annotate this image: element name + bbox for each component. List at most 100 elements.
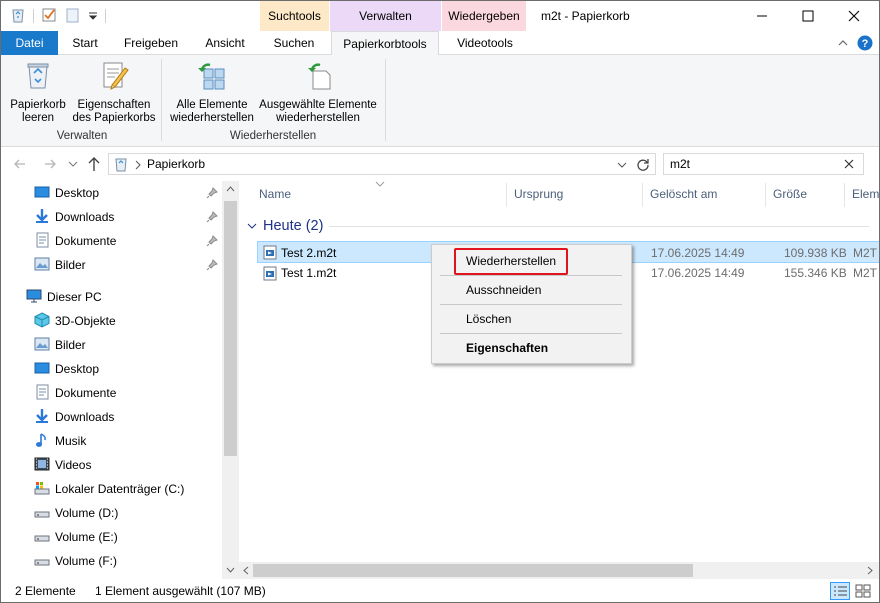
nav-label: Bilder — [55, 338, 86, 352]
nav-pc-videos[interactable]: Videos — [34, 454, 91, 476]
documents-icon — [36, 384, 49, 400]
scroll-right-arrow-icon[interactable] — [867, 566, 873, 575]
nav-pane-scrollbar[interactable] — [222, 181, 239, 579]
drive-icon — [34, 559, 50, 566]
column-header-type[interactable]: Elem — [852, 187, 879, 201]
file-list-horizontal-scrollbar[interactable] — [239, 562, 879, 579]
column-separator[interactable] — [765, 183, 766, 207]
group-collapse-chevron-icon[interactable] — [247, 222, 257, 230]
nav-pc-music[interactable]: Musik — [34, 430, 86, 452]
file-list: Name Ursprung Gelöscht am Größe Elem Heu… — [239, 181, 879, 579]
tab-share[interactable]: Freigeben — [117, 31, 185, 55]
maximize-button[interactable] — [785, 1, 831, 31]
recycle-bin-icon[interactable] — [10, 7, 26, 23]
properties-icon — [103, 62, 129, 90]
nav-pc-pictures[interactable]: Bilder — [34, 334, 86, 356]
forward-arrow-icon[interactable] — [43, 157, 57, 171]
recent-locations-chevron-icon[interactable] — [68, 160, 78, 168]
tab-search[interactable]: Suchen — [263, 31, 325, 55]
refresh-icon[interactable] — [636, 157, 650, 171]
explorer-window: Suchtools Verwalten Wiedergeben m2t - Pa… — [0, 0, 880, 603]
nav-label: Volume (D:) — [55, 506, 119, 520]
pin-icon[interactable] — [206, 211, 218, 223]
nav-pc-desktop[interactable]: Desktop — [34, 358, 99, 380]
nav-quick-desktop[interactable]: Desktop — [34, 182, 99, 204]
navigation-pane: Desktop Downloads Dokumente Bilder Diese… — [1, 181, 239, 579]
menu-item-cut[interactable]: Ausschneiden — [466, 283, 541, 297]
address-bar[interactable]: Papierkorb — [108, 153, 656, 175]
menu-separator — [440, 304, 622, 305]
nav-this-pc[interactable]: Dieser PC — [26, 286, 102, 308]
tab-file[interactable]: Datei — [1, 31, 58, 55]
column-header-size[interactable]: Größe — [773, 187, 807, 201]
group-header-today[interactable]: Heute (2) — [263, 218, 323, 234]
new-folder-icon[interactable] — [65, 7, 81, 23]
column-separator[interactable] — [506, 183, 507, 207]
context-header-playback: Wiedergeben — [442, 1, 526, 31]
nav-pc-documents[interactable]: Dokumente — [34, 382, 116, 404]
nav-quick-downloads[interactable]: Downloads — [34, 206, 114, 228]
horizontal-scrollbar-thumb[interactable] — [253, 564, 693, 577]
customize-toolbar-chevron-icon[interactable] — [85, 7, 101, 23]
large-icons-view-icon[interactable] — [853, 582, 873, 600]
tab-start[interactable]: Start — [63, 31, 107, 55]
pin-icon[interactable] — [206, 259, 218, 271]
status-bar: 2 Elemente 1 Element ausgewählt (107 MB) — [1, 579, 879, 602]
menu-item-delete[interactable]: Löschen — [466, 312, 511, 326]
column-header-name[interactable]: Name — [259, 187, 291, 201]
restore-all-icon — [198, 63, 225, 90]
menu-item-properties[interactable]: Eigenschaften — [466, 341, 548, 355]
restore-selected-icon — [308, 63, 331, 90]
breadcrumb-recycle-bin[interactable]: Papierkorb — [147, 157, 205, 171]
column-separator[interactable] — [642, 183, 643, 207]
nav-pane-scrollbar-thumb[interactable] — [224, 201, 237, 456]
pin-icon[interactable] — [206, 187, 218, 199]
details-view-icon[interactable] — [830, 582, 850, 600]
column-separator[interactable] — [844, 183, 845, 207]
address-dropdown-chevron-icon[interactable] — [617, 161, 627, 169]
restore-selected-button[interactable]: Ausgewählte Elemente wiederherstellen — [257, 59, 379, 125]
properties-checkmark-icon[interactable] — [41, 7, 57, 23]
scroll-down-arrow-icon[interactable] — [226, 567, 235, 573]
up-arrow-icon[interactable] — [87, 156, 101, 172]
nav-pc-3d-objects[interactable]: 3D-Objekte — [34, 310, 116, 332]
tab-video-tools[interactable]: Videotools — [445, 31, 525, 55]
tab-view[interactable]: Ansicht — [195, 31, 255, 55]
context-header-manage: Verwalten — [330, 1, 441, 31]
breadcrumb-chevron-icon[interactable] — [134, 160, 142, 170]
desktop-icon — [34, 186, 50, 198]
group-label-manage: Verwalten — [56, 130, 108, 142]
nav-pc-drive-d[interactable]: Volume (D:) — [34, 502, 118, 524]
music-icon — [36, 433, 46, 447]
tab-recycle-bin-tools[interactable]: Papierkorbtools — [331, 31, 439, 56]
clear-search-icon[interactable] — [844, 159, 854, 169]
nav-pc-drive-c[interactable]: Lokaler Datenträger (C:) — [34, 478, 184, 500]
nav-pc-downloads[interactable]: Downloads — [34, 406, 114, 428]
minimize-button[interactable] — [739, 1, 785, 31]
restore-selected-label-1: Ausgewählte Elemente — [259, 99, 377, 111]
close-button[interactable] — [831, 1, 877, 31]
pin-icon[interactable] — [206, 235, 218, 247]
downloads-icon — [36, 209, 48, 223]
column-header-deleted[interactable]: Gelöscht am — [650, 187, 717, 201]
empty-recycle-bin-button[interactable]: Papierkorb leeren — [7, 59, 69, 125]
bin-properties-button[interactable]: Eigenschaften des Papierkorbs — [71, 59, 157, 125]
help-icon[interactable]: ? — [857, 35, 873, 51]
search-input[interactable]: m2t — [663, 153, 864, 175]
empty-bin-label-1: Papierkorb — [10, 99, 66, 111]
nav-label: Downloads — [55, 410, 115, 424]
svg-text:?: ? — [862, 38, 869, 50]
desktop-icon — [34, 362, 50, 374]
nav-quick-pictures[interactable]: Bilder — [34, 254, 86, 276]
nav-quick-documents[interactable]: Dokumente — [34, 230, 116, 252]
nav-pc-drive-e[interactable]: Volume (E:) — [34, 526, 118, 548]
column-header-origin[interactable]: Ursprung — [514, 187, 563, 201]
back-arrow-icon[interactable] — [13, 157, 27, 171]
menu-item-restore[interactable]: Wiederherstellen — [466, 254, 556, 268]
nav-pc-drive-f[interactable]: Volume (F:) — [34, 550, 117, 572]
collapse-ribbon-icon[interactable] — [837, 37, 849, 49]
restore-all-button[interactable]: Alle Elemente wiederherstellen — [167, 59, 257, 125]
scroll-left-arrow-icon[interactable] — [243, 566, 249, 575]
scroll-up-arrow-icon[interactable] — [226, 186, 235, 192]
3d-objects-icon — [34, 312, 50, 328]
